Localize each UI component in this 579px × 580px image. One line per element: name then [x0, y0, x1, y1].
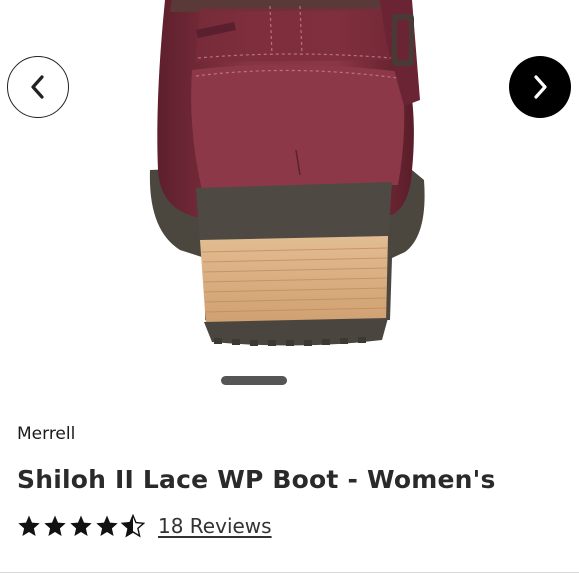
reviews-link[interactable]: 18 Reviews	[158, 514, 272, 538]
product-title: Shiloh II Lace WP Boot - Women's	[17, 465, 496, 494]
star-rating	[17, 514, 145, 538]
brand-name: Merrell	[17, 424, 76, 444]
star-icon	[96, 515, 118, 536]
image-gallery	[0, 0, 579, 400]
product-image	[149, 0, 425, 346]
chevron-right-icon	[534, 75, 547, 99]
half-star-icon	[121, 514, 145, 538]
star-icon	[44, 515, 66, 536]
next-image-button[interactable]	[509, 56, 571, 118]
star-icon	[18, 515, 40, 536]
chevron-left-icon	[31, 75, 44, 99]
star-icon	[70, 515, 92, 536]
divider	[0, 572, 579, 573]
product-rating: 18 Reviews	[17, 514, 272, 538]
gallery-scroll-indicator[interactable]	[221, 376, 287, 385]
previous-image-button[interactable]	[7, 56, 69, 118]
